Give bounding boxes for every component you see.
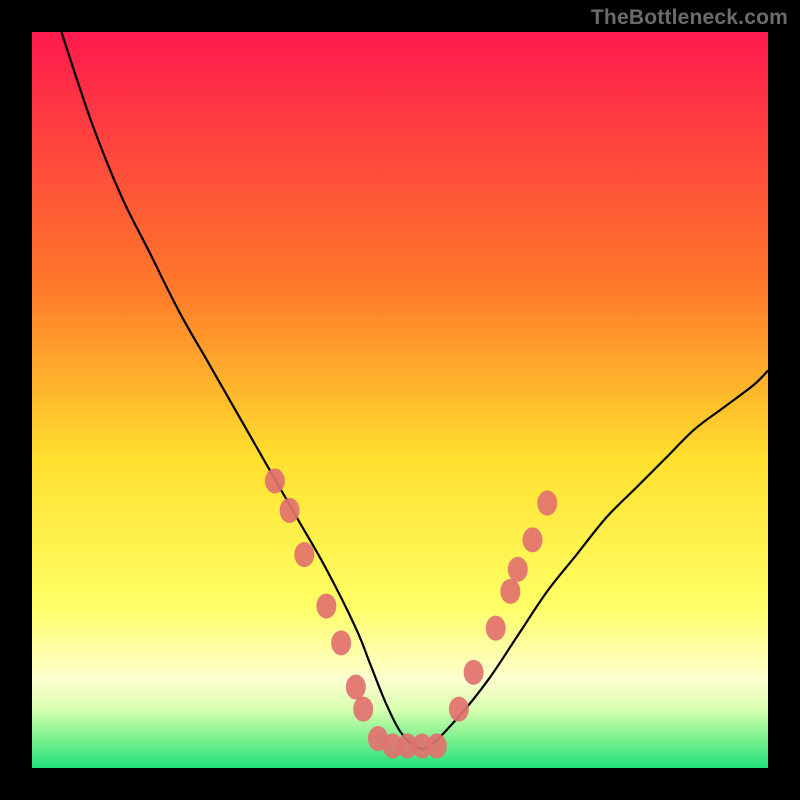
gradient-background bbox=[32, 32, 768, 768]
chart-svg bbox=[32, 32, 768, 768]
marker-point bbox=[331, 630, 351, 655]
marker-point bbox=[346, 675, 366, 700]
marker-point bbox=[294, 542, 314, 567]
marker-point bbox=[280, 498, 300, 523]
marker-point bbox=[353, 697, 373, 722]
marker-point bbox=[464, 660, 484, 685]
plot-area bbox=[32, 32, 768, 768]
marker-point bbox=[522, 527, 542, 552]
chart-frame: TheBottleneck.com bbox=[0, 0, 800, 800]
watermark-text: TheBottleneck.com bbox=[591, 6, 788, 30]
marker-point bbox=[265, 468, 285, 493]
marker-point bbox=[427, 733, 447, 758]
marker-point bbox=[316, 594, 336, 619]
marker-point bbox=[537, 491, 557, 516]
marker-point bbox=[449, 697, 469, 722]
marker-point bbox=[508, 557, 528, 582]
marker-point bbox=[500, 579, 520, 604]
marker-point bbox=[486, 616, 506, 641]
